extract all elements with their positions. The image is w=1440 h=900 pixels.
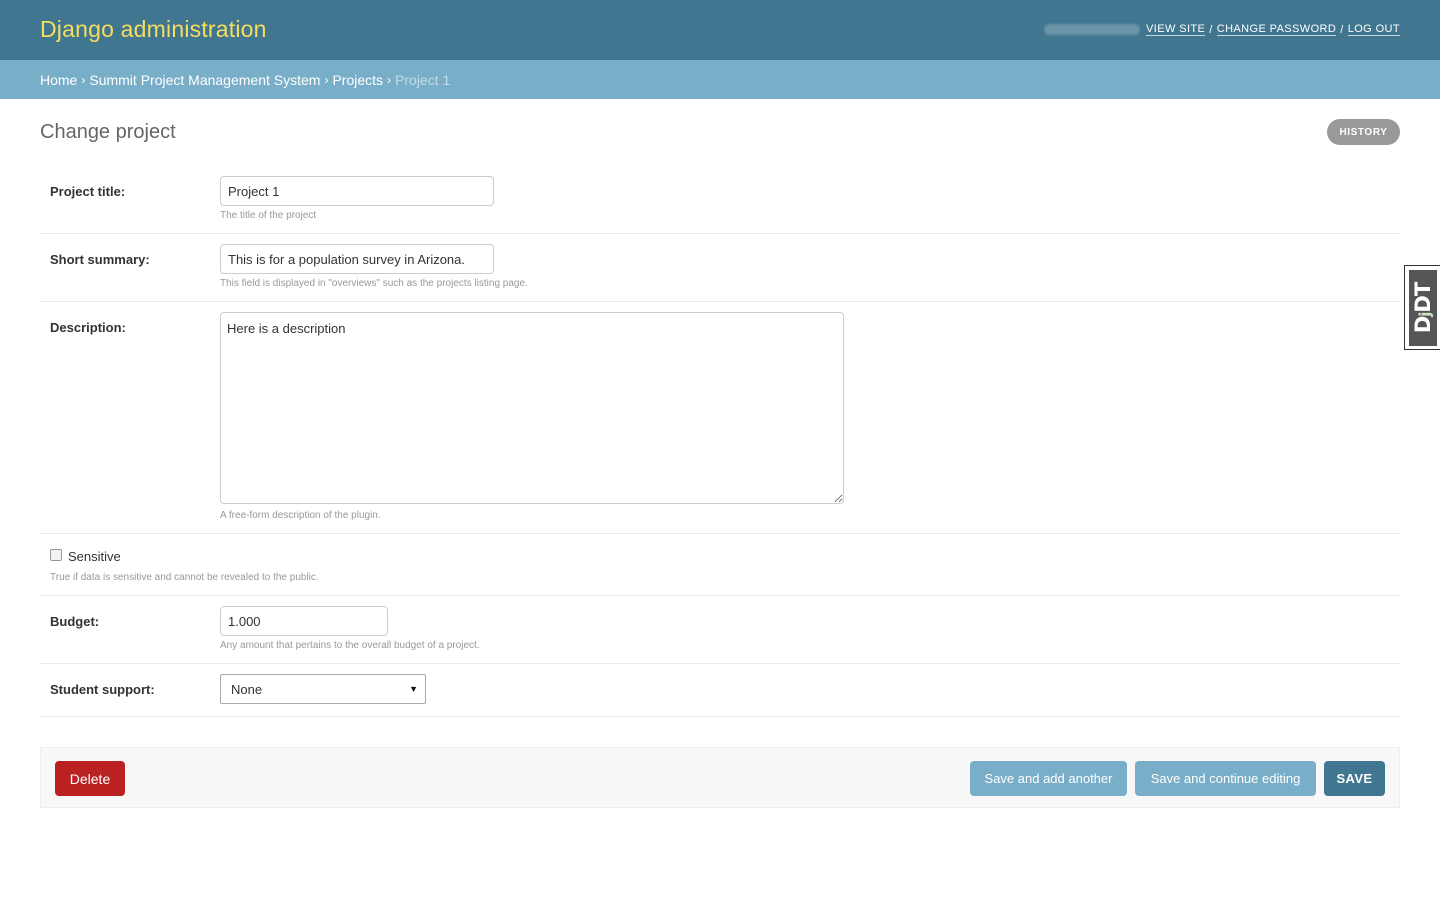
breadcrumb: Home › Summit Project Management System … [0, 60, 1440, 99]
description-textarea[interactable]: Here is a description [220, 312, 844, 504]
log-out-link[interactable]: LOG OUT [1347, 23, 1400, 36]
user-tools-separator: / [1209, 23, 1213, 36]
username-blurred [1044, 24, 1141, 35]
form-row-student-support: Student support: None ▼ [40, 664, 1400, 717]
breadcrumb-app[interactable]: Summit Project Management System [89, 72, 320, 88]
description-label: Description: [50, 320, 126, 335]
form-row-sensitive: Sensitive True if data is sensitive and … [40, 534, 1400, 596]
form-row-project-title: Project title: Project 1 The title of th… [40, 166, 1400, 234]
history-button[interactable]: HISTORY [1327, 119, 1400, 145]
caret-down-icon: ▼ [409, 684, 418, 694]
breadcrumb-projects[interactable]: Projects [332, 72, 383, 88]
form-row-budget: Budget: 1.000 Any amount that pertains t… [40, 596, 1400, 664]
short-summary-input[interactable]: This is for a population survey in Arizo… [220, 244, 494, 274]
sensitive-checkbox[interactable] [50, 549, 62, 561]
view-site-link[interactable]: VIEW SITE [1146, 23, 1206, 36]
student-support-select[interactable]: None ▼ [220, 674, 426, 704]
short-summary-label: Short summary: [50, 252, 150, 267]
sensitive-label[interactable]: Sensitive [68, 549, 121, 564]
user-tools: VIEW SITE / CHANGE PASSWORD / LOG OUT [1044, 23, 1400, 36]
budget-help: Any amount that pertains to the overall … [220, 640, 480, 651]
save-and-add-another-button[interactable]: Save and add another [970, 761, 1127, 796]
student-support-selected: None [231, 681, 263, 697]
breadcrumb-home[interactable]: Home [40, 72, 77, 88]
submit-row: Delete Save and add another Save and con… [40, 747, 1400, 808]
save-button[interactable]: SAVE [1324, 761, 1385, 796]
short-summary-help: This field is displayed in "overviews" s… [220, 278, 528, 289]
breadcrumb-separator: › [387, 72, 392, 87]
debug-toolbar-handle[interactable]: DjDT [1404, 265, 1440, 350]
save-and-continue-button[interactable]: Save and continue editing [1135, 761, 1316, 796]
sensitive-help: True if data is sensitive and cannot be … [50, 572, 319, 583]
form-row-description: Description: Here is a description A fre… [40, 302, 1400, 534]
budget-input[interactable]: 1.000 [220, 606, 388, 636]
user-tools-separator: / [1340, 23, 1344, 36]
description-help: A free-form description of the plugin. [220, 510, 381, 521]
site-branding[interactable]: Django administration [40, 16, 267, 43]
breadcrumb-current: Project 1 [395, 71, 451, 88]
project-title-help: The title of the project [220, 210, 317, 221]
project-title-label: Project title: [50, 184, 126, 199]
breadcrumb-separator: › [324, 72, 329, 87]
debug-toolbar-logo: DjDT [1409, 270, 1437, 346]
delete-button[interactable]: Delete [55, 761, 125, 796]
change-password-link[interactable]: CHANGE PASSWORD [1216, 23, 1337, 36]
header: Django administration VIEW SITE / CHANGE… [0, 0, 1440, 60]
project-title-input[interactable]: Project 1 [220, 176, 494, 206]
student-support-label: Student support: [50, 682, 155, 697]
budget-label: Budget: [50, 614, 100, 629]
breadcrumb-separator: › [81, 72, 86, 87]
form-row-short-summary: Short summary: This is for a population … [40, 234, 1400, 302]
page-title: Change project [40, 121, 176, 143]
debug-toolbar-label: DjDT [1411, 282, 1436, 334]
